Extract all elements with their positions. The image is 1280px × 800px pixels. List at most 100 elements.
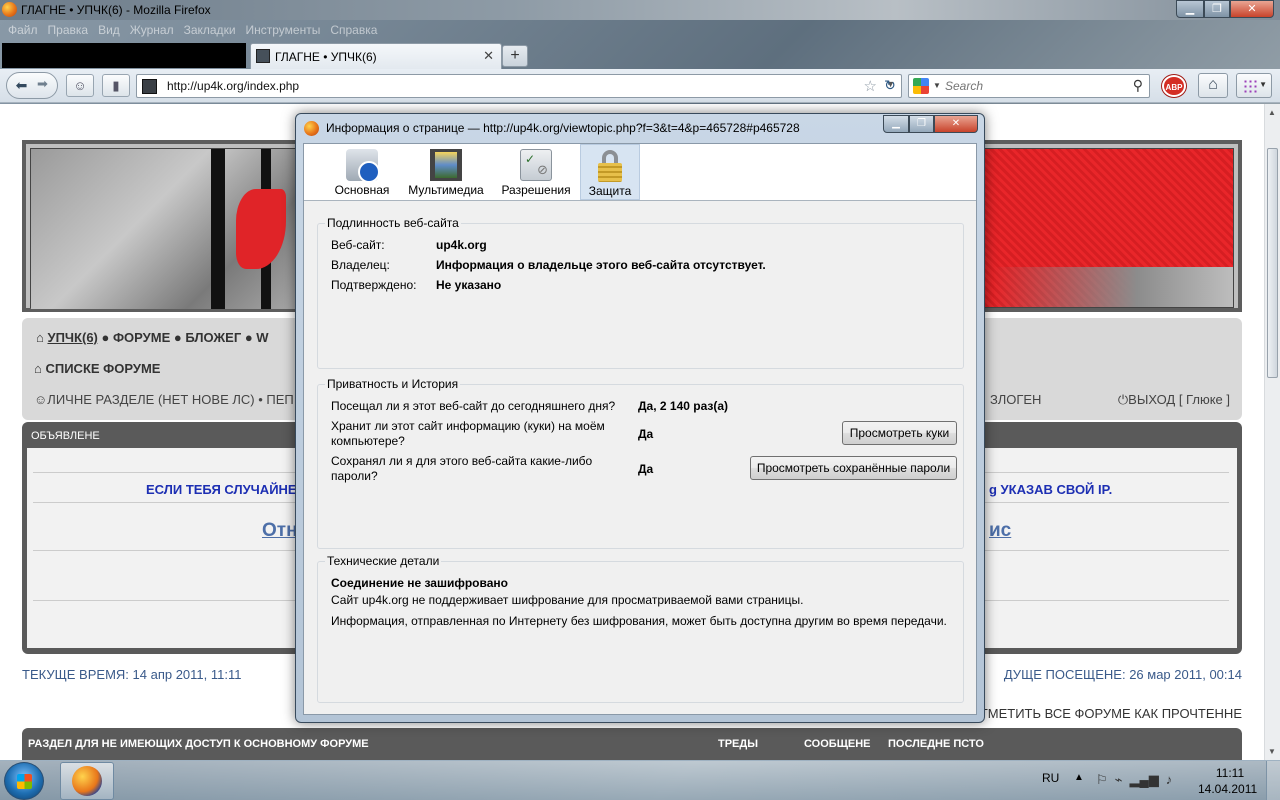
tab-permissions-label: Разрешения xyxy=(501,183,571,197)
firefox-logo-icon[interactable] xyxy=(2,2,17,17)
clock-time[interactable]: 11:11 xyxy=(1212,766,1248,780)
start-button[interactable] xyxy=(4,762,44,800)
clock-date[interactable]: 14.04.2011 xyxy=(1198,782,1257,796)
menu-file[interactable]: Файл xyxy=(6,20,40,40)
passwords-label: Сохранял ли я для этого веб-сайта какие-… xyxy=(331,454,593,468)
technical-group: Технические детали Соединение не зашифро… xyxy=(317,554,964,703)
windows-taskbar: RU ▲ ⚐ ⌁ ▂▄▆ ♪ 11:11 14.04.2011 xyxy=(0,760,1280,800)
tab-strip: ГЛАГНЕ • УПЧК(6) ✕ + xyxy=(0,41,1280,69)
forum-table-header: РАЗДЕЛ ДЛЯ НЕ ИМЕЮЩИХ ДОСТУП К ОСНОВНОМУ… xyxy=(22,728,1242,760)
volume-icon[interactable]: ♪ xyxy=(1166,772,1173,788)
nav-link-upchk[interactable]: УПЧК(6) xyxy=(47,330,97,345)
adblock-plus-icon[interactable]: ABP xyxy=(1162,75,1186,97)
usb-icon[interactable]: ⌁ xyxy=(1115,772,1123,788)
minimize-button[interactable]: ▁ xyxy=(1176,0,1204,18)
tray-expand-icon[interactable]: ▲ xyxy=(1074,772,1084,783)
tab-active[interactable]: ГЛАГНЕ • УПЧК(6) ✕ xyxy=(250,43,502,69)
announcement-text-left: ЕСЛИ ТЕБЯ СЛУЧАЙНЕ xyxy=(146,482,297,497)
tab-close-icon[interactable]: ✕ xyxy=(483,48,494,64)
dialog-window-controls: ▁ ❐ ✕ xyxy=(883,115,978,133)
page-info-dialog: Информация о странице — http://up4k.org/… xyxy=(295,113,985,723)
view-passwords-button[interactable]: Просмотреть сохранённые пароли xyxy=(750,456,957,480)
home-button[interactable]: ⌂ xyxy=(1198,73,1228,98)
mark-all-read-link[interactable]: ОТМЕТИТЬ ВСЕ ФОРУМЕ КАК ПРОЧТЕННЕ xyxy=(970,706,1242,721)
identity-caption: Подлинность веб-сайта xyxy=(325,216,461,230)
nav-row-user-right: ЗЛОГЕН xyxy=(990,392,1041,407)
back-button[interactable]: ⬅ xyxy=(10,74,33,97)
site-identity-icon[interactable] xyxy=(142,79,157,94)
tab-security[interactable]: Защита xyxy=(580,144,640,200)
tab-permissions[interactable]: Разрешения xyxy=(496,144,576,200)
bar-chart-addon-icon[interactable]: ▮ xyxy=(102,74,130,97)
back-forward-group: ⬅ ➡ xyxy=(6,72,58,99)
close-button[interactable]: ✕ xyxy=(1230,0,1274,18)
dialog-close-button[interactable]: ✕ xyxy=(934,115,978,133)
owner-value: Информация о владельце этого веб-сайта о… xyxy=(436,258,766,272)
announcement-link-right[interactable]: ис xyxy=(989,520,1011,542)
system-tray: ⚐ ⌁ ▂▄▆ ♪ xyxy=(1096,772,1172,788)
website-label: Веб-сайт: xyxy=(331,238,385,252)
scroll-up-icon[interactable]: ▲ xyxy=(1268,108,1276,117)
logout-link[interactable]: ВЫХОД [ Глюке ] xyxy=(1128,392,1230,407)
view-cookies-button[interactable]: Просмотреть куки xyxy=(842,421,957,445)
navigation-toolbar: ⬅ ➡ ☺ ▮ http://up4k.org/index.php ☆ ▼ ↻ … xyxy=(0,69,1280,103)
signal-icon[interactable]: ▂▄▆ xyxy=(1129,772,1158,788)
maximize-button[interactable]: ❐ xyxy=(1204,0,1230,18)
forum-list-link[interactable]: СПИСКЕ ФОРУМЕ xyxy=(45,361,160,376)
privacy-group: Приватность и История Посещал ли я этот … xyxy=(317,377,964,549)
cookies-value: Да xyxy=(638,427,654,441)
screenshot-addon-icon[interactable]: ☺ xyxy=(66,74,94,97)
privacy-caption: Приватность и История xyxy=(325,377,461,391)
menu-bookmarks[interactable]: Закладки xyxy=(182,20,238,40)
language-indicator[interactable]: RU xyxy=(1042,771,1059,785)
url-text[interactable]: http://up4k.org/index.php xyxy=(167,79,299,93)
menu-help[interactable]: Справка xyxy=(328,20,379,40)
bookmark-star-icon[interactable]: ☆ xyxy=(864,77,877,95)
address-bar[interactable]: http://up4k.org/index.php ☆ ▼ xyxy=(136,74,902,98)
lock-body xyxy=(598,163,622,182)
search-link[interactable]: ЗЛОГЕН xyxy=(990,392,1041,407)
cookies-label-cont: компьютере? xyxy=(331,434,405,448)
menu-edit[interactable]: Правка xyxy=(46,20,91,40)
nav-links-rest[interactable]: ● ФОРУМЕ ● БЛОЖЕГ ● W xyxy=(102,330,269,345)
network-blocked-icon[interactable]: ⚐ xyxy=(1096,772,1108,788)
show-desktop-button[interactable] xyxy=(1266,761,1280,800)
grid-icon xyxy=(1243,79,1257,93)
user-icon: ☺ xyxy=(34,392,48,407)
verified-label: Подтверждено: xyxy=(331,278,417,292)
reload-icon[interactable]: ↻ xyxy=(879,74,901,98)
tab-media[interactable]: Мультимедиа xyxy=(404,144,488,200)
last-visit: ДУЩЕ ПОСЕЩЕНЕ: 26 мар 2011, 00:14 xyxy=(1003,667,1242,682)
permissions-icon xyxy=(520,149,552,181)
search-icon[interactable]: ⚲ xyxy=(1133,77,1143,94)
cookies-label: Хранит ли этот сайт информацию (куки) на… xyxy=(331,419,605,433)
dialog-minimize-button[interactable]: ▁ xyxy=(883,115,909,133)
lock-icon xyxy=(594,150,626,182)
menu-view[interactable]: Вид xyxy=(96,20,122,40)
visited-label: Посещал ли я этот веб-сайт до сегодняшне… xyxy=(331,399,616,413)
engine-dropdown-icon[interactable]: ▼ xyxy=(933,81,941,90)
scroll-thumb[interactable] xyxy=(1267,148,1278,378)
passwords-value: Да xyxy=(638,462,654,476)
addons-menu-button[interactable]: ▼ xyxy=(1236,73,1272,98)
announcement-link-left[interactable]: Отн xyxy=(262,520,298,542)
tab-general[interactable]: Основная xyxy=(330,144,394,200)
page-scrollbar[interactable]: ▲ ▼ xyxy=(1264,104,1280,760)
menu-tools[interactable]: Инструменты xyxy=(244,20,323,40)
menu-history[interactable]: Журнал xyxy=(128,20,176,40)
search-bar[interactable]: ▼ ⚲ xyxy=(908,74,1150,98)
search-input[interactable] xyxy=(945,78,1125,94)
taskbar-firefox-button[interactable] xyxy=(60,762,114,800)
house-icon: ⌂ xyxy=(34,361,42,376)
forward-button[interactable]: ➡ xyxy=(37,76,48,92)
dialog-maximize-button[interactable]: ❐ xyxy=(909,115,934,133)
announcement-header: ОБЪЯВЛЕНЕ xyxy=(31,430,100,442)
scroll-down-icon[interactable]: ▼ xyxy=(1268,747,1276,756)
google-engine-icon[interactable] xyxy=(913,78,929,94)
visited-value: Да, 2 140 раз(а) xyxy=(638,399,729,413)
private-messages-link[interactable]: ЛИЧНЕ РАЗДЕЛЕ (НЕТ НОВЕ ЛС) • ПЕП xyxy=(47,392,293,407)
technical-line-2: Информация, отправленная по Интернету бе… xyxy=(331,614,947,628)
home-icon: ⌂ xyxy=(36,330,44,345)
tab-hidden[interactable] xyxy=(2,43,246,68)
new-tab-button[interactable]: + xyxy=(502,45,528,67)
